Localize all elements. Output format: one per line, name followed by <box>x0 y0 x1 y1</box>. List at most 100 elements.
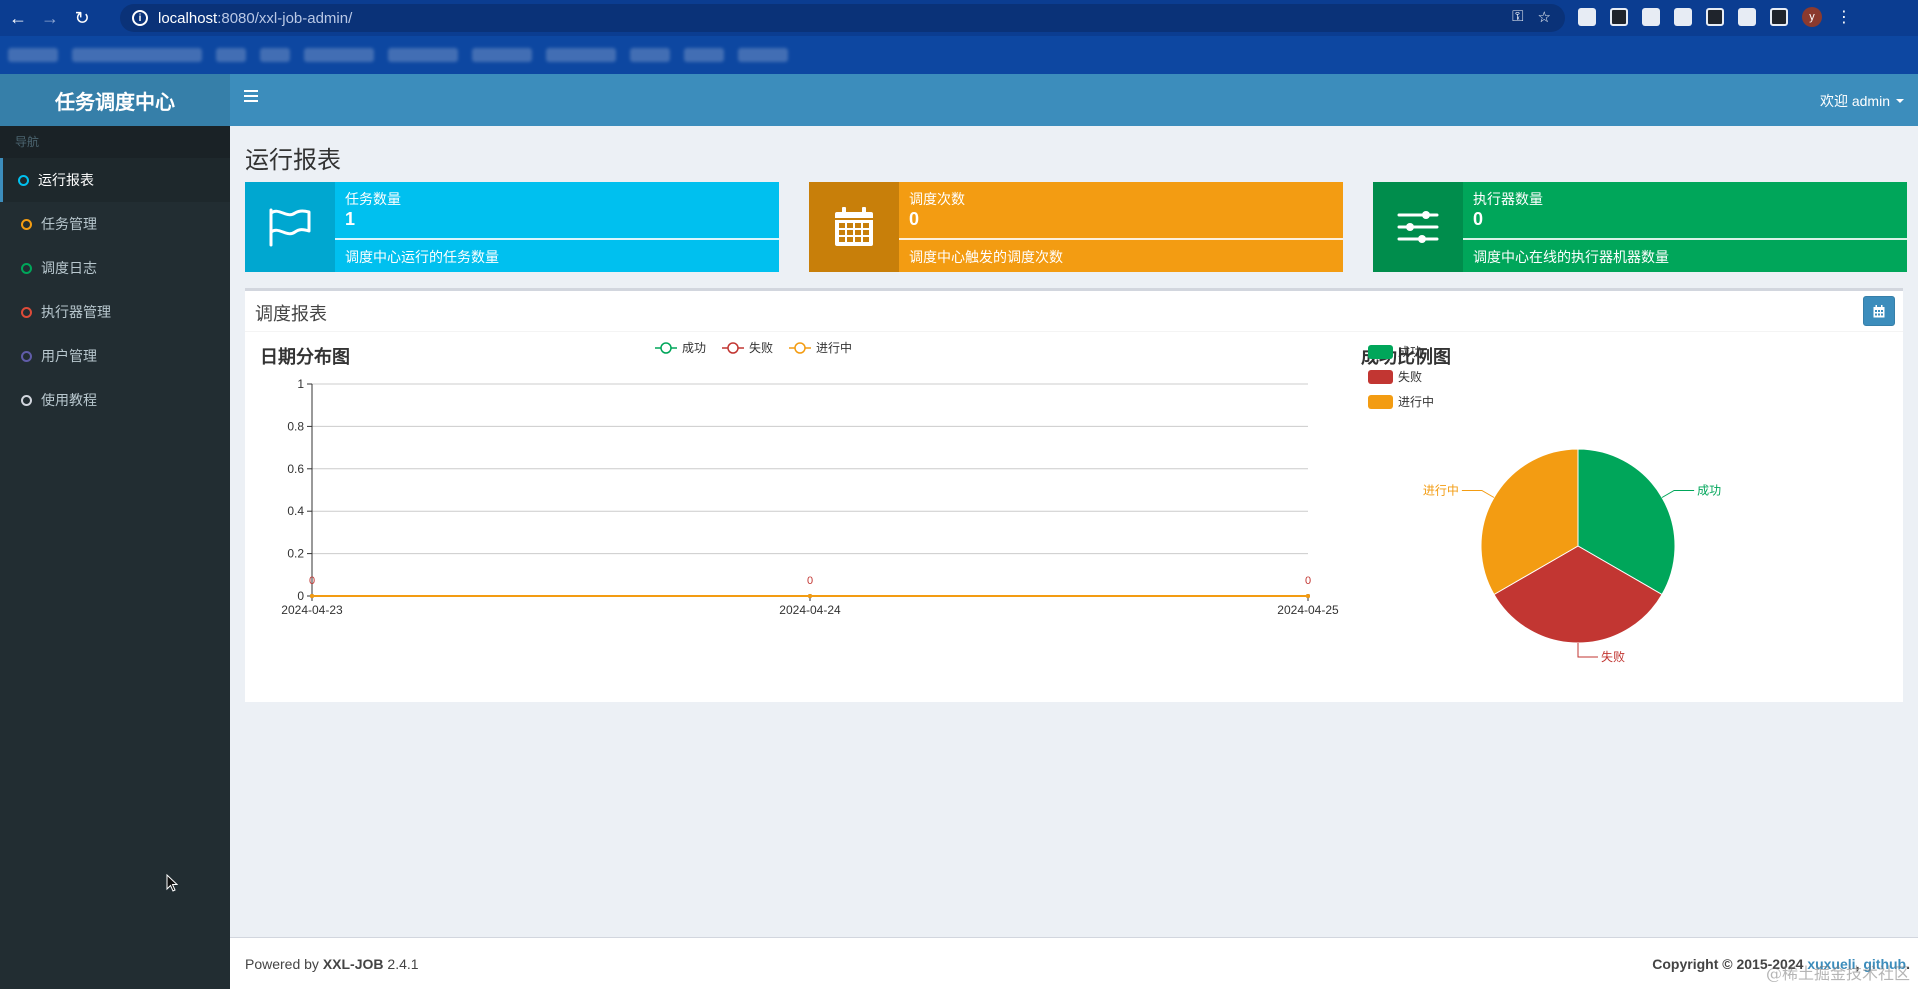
sidebar-item-users[interactable]: 用户管理 <box>0 334 230 378</box>
more-menu-icon[interactable]: ⋮ <box>1836 7 1852 27</box>
legend-label: 进行中 <box>1398 394 1434 409</box>
info-box-description: 调度中心触发的调度次数 <box>909 249 1063 265</box>
powered-by: Powered by XXL-JOB 2.4.1 <box>245 956 419 972</box>
powered-prefix: Powered by <box>245 956 323 972</box>
url-path: :8080/xxl-job-admin/ <box>217 9 353 27</box>
legend-item: 进行中 <box>1368 394 1434 409</box>
legend-label: 失败 <box>749 340 773 355</box>
circle-icon <box>21 262 32 274</box>
bookmarks-bar <box>0 36 1918 74</box>
sidebar-item-label: 执行器管理 <box>41 304 111 320</box>
circle-icon <box>21 306 32 318</box>
user-menu[interactable]: 欢迎 admin <box>1820 91 1904 111</box>
y-tick-label: 0.2 <box>287 547 304 561</box>
slice-label: 进行中 <box>1423 483 1459 498</box>
legend-marker <box>794 342 806 354</box>
info-box-body: 执行器数量 0 调度中心在线的执行器机器数量 <box>1463 182 1907 272</box>
legend-item: 失败 <box>722 340 773 355</box>
data-point <box>1306 594 1310 598</box>
info-box-triggers: 调度次数 0 调度中心触发的调度次数 <box>809 182 1343 272</box>
legend-label: 成功 <box>1398 345 1422 359</box>
report-box-header: 调度报表 <box>245 291 1903 332</box>
version-text: 2.4.1 <box>383 956 419 972</box>
bookmark-item[interactable] <box>304 48 374 62</box>
legend-item: 失败 <box>1368 369 1422 384</box>
site-info-icon[interactable]: i <box>132 10 148 26</box>
profile-avatar[interactable]: y <box>1802 7 1822 27</box>
info-box-jobs: 任务数量 1 调度中心运行的任务数量 <box>245 182 779 272</box>
forward-arrow-icon[interactable]: → <box>36 4 64 32</box>
bookmark-item[interactable] <box>546 48 616 62</box>
footer: Powered by XXL-JOB 2.4.1 Copyright © 201… <box>230 937 1918 989</box>
sidebar-item-logs[interactable]: 调度日志 <box>0 246 230 290</box>
star-icon[interactable]: ☆ <box>1538 8 1551 26</box>
app-logo[interactable]: 任务调度中心 <box>0 74 230 126</box>
sidebar-toggle-icon[interactable] <box>244 90 258 102</box>
x-tick-label: 2024-04-25 <box>1277 603 1339 617</box>
y-tick-label: 0.6 <box>287 462 304 476</box>
bookmark-item[interactable] <box>8 48 58 62</box>
info-box-body: 调度次数 0 调度中心触发的调度次数 <box>899 182 1343 272</box>
date-filter-button[interactable] <box>1863 296 1895 326</box>
top-navbar: 欢迎 admin <box>230 74 1918 126</box>
url-host: localhost <box>158 9 218 27</box>
sidebar-item-jobs[interactable]: 任务管理 <box>0 202 230 246</box>
data-label: 0 <box>309 575 315 587</box>
bookmark-item[interactable] <box>216 48 246 62</box>
circle-icon <box>18 174 29 186</box>
report-box: 调度报表 日期分布图 成功 失败 进行中 0 0.2 0.4 0.6 0.8 1 2024-04-… <box>245 288 1903 702</box>
info-box-number: 0 <box>1473 209 1484 229</box>
data-point <box>808 594 812 598</box>
bookmark-item[interactable] <box>388 48 458 62</box>
x-tick-label: 2024-04-23 <box>281 603 343 617</box>
sidebar-item-label: 运行报表 <box>38 172 94 188</box>
data-label: 0 <box>807 575 813 587</box>
sidebar-item-label: 调度日志 <box>41 260 97 276</box>
user-menu-label: 欢迎 admin <box>1819 93 1890 109</box>
info-box-body: 任务数量 1 调度中心运行的任务数量 <box>335 182 779 272</box>
circle-icon <box>21 218 32 230</box>
label-line <box>1577 643 1598 658</box>
calendar-icon <box>1873 304 1885 317</box>
slice-label: 成功 <box>1697 484 1721 498</box>
extension-icon[interactable] <box>1674 8 1692 26</box>
bookmark-item[interactable] <box>72 48 202 62</box>
extension-icon[interactable] <box>1642 8 1660 26</box>
bookmark-item[interactable] <box>472 48 532 62</box>
address-bar[interactable]: i localhost:8080/xxl-job-admin/ ⚿ ☆ <box>120 4 1565 32</box>
puzzle-icon[interactable] <box>1738 8 1756 26</box>
sidebar-item-report[interactable]: 运行报表 <box>0 158 230 202</box>
legend-item: 成功 <box>1368 345 1422 359</box>
key-icon[interactable]: ⚿ <box>1512 8 1523 26</box>
brand-name: XXL-JOB <box>322 956 384 972</box>
reload-icon[interactable]: ↻ <box>68 4 96 32</box>
sidebar-item-help[interactable]: 使用教程 <box>0 378 230 422</box>
report-box-title: 调度报表 <box>255 304 327 325</box>
main-content: 运行报表 任务数量 1 调度中心运行的任务数量 调度次数 0 调度中心触发的调度… <box>230 126 1918 937</box>
legend-swatch <box>1368 370 1393 384</box>
page-title: 运行报表 <box>245 146 341 174</box>
bookmark-item[interactable] <box>684 48 724 62</box>
caret-down-icon <box>1896 99 1904 103</box>
extension-icon[interactable] <box>1706 8 1724 26</box>
sliders-icon <box>1373 182 1463 272</box>
sidebar-header: 导航 <box>0 126 230 158</box>
bookmark-item[interactable] <box>630 48 670 62</box>
back-arrow-icon[interactable]: ← <box>4 4 32 32</box>
reading-list-icon[interactable] <box>1770 8 1788 26</box>
data-label: 0 <box>1305 575 1311 587</box>
info-box-number: 0 <box>909 209 920 229</box>
bookmark-item[interactable] <box>260 48 290 62</box>
legend-swatch <box>1368 345 1393 359</box>
extension-icon[interactable] <box>1610 8 1628 26</box>
info-box-label: 执行器数量 <box>1473 191 1543 207</box>
circle-icon <box>21 394 32 406</box>
circle-icon <box>21 350 32 362</box>
sidebar-item-executors[interactable]: 执行器管理 <box>0 290 230 334</box>
extension-icon[interactable] <box>1578 8 1596 26</box>
sidebar-item-label: 用户管理 <box>41 348 97 364</box>
label-line <box>1661 490 1695 498</box>
progress-bar <box>335 238 779 240</box>
bookmark-item[interactable] <box>738 48 788 62</box>
x-tick-label: 2024-04-24 <box>779 603 841 617</box>
